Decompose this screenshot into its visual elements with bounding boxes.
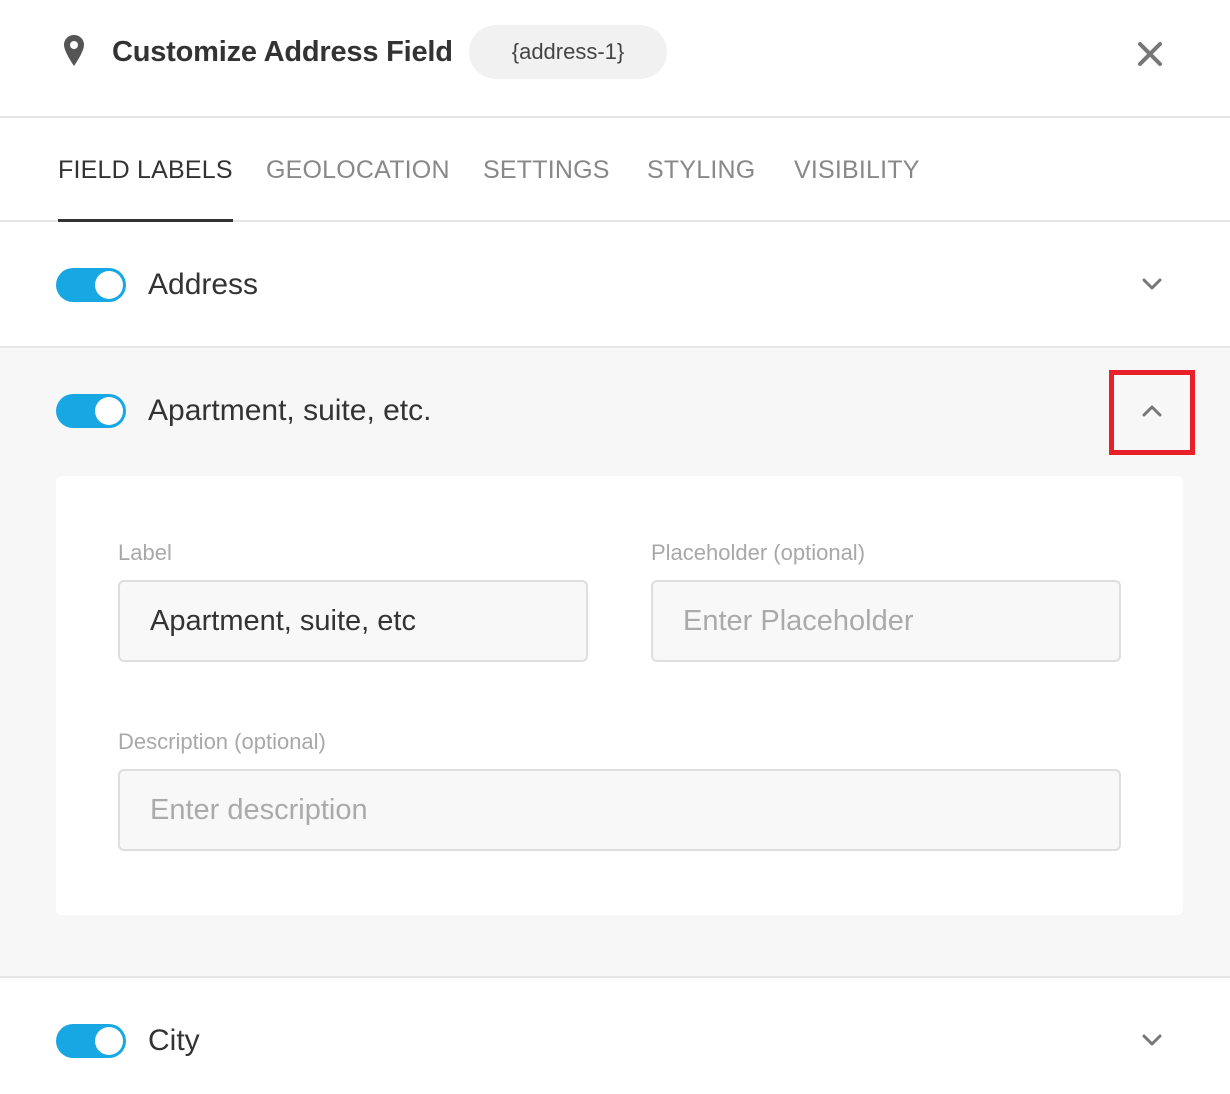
- tab-settings[interactable]: SETTINGS: [483, 118, 610, 222]
- label-input[interactable]: [118, 580, 588, 662]
- placeholder-field-title: Placeholder (optional): [651, 540, 866, 565]
- tab-field-labels[interactable]: FIELD LABELS: [58, 118, 233, 223]
- placeholder-input[interactable]: [651, 580, 1121, 662]
- toggle-knob: [95, 271, 123, 299]
- city-toggle[interactable]: [56, 1024, 126, 1058]
- tab-bar: FIELD LABELS GEOLOCATION SETTINGS STYLIN…: [0, 118, 1230, 223]
- close-icon[interactable]: [1130, 34, 1170, 74]
- highlight-box: [1109, 370, 1195, 455]
- modal-title: Customize Address Field: [112, 36, 453, 68]
- chevron-down-icon[interactable]: [1137, 269, 1167, 299]
- address-row-label: Address: [148, 268, 259, 301]
- city-row-label: City: [148, 1024, 200, 1057]
- address-row[interactable]: Address: [0, 222, 1230, 348]
- tab-visibility[interactable]: VISIBILITY: [794, 118, 920, 222]
- modal-header: Customize Address Field {address-1}: [0, 0, 1230, 118]
- description-field-title: Description (optional): [118, 729, 326, 754]
- field-tag-badge: {address-1}: [469, 25, 667, 79]
- description-input[interactable]: [118, 769, 1121, 851]
- apartment-toggle[interactable]: [56, 394, 126, 428]
- label-field-title: Label: [118, 540, 172, 565]
- address-toggle[interactable]: [56, 268, 126, 302]
- tab-geolocation[interactable]: GEOLOCATION: [266, 118, 450, 222]
- apartment-settings-panel: Label Placeholder (optional) Description…: [56, 476, 1183, 915]
- apartment-row-label: Apartment, suite, etc.: [148, 394, 432, 427]
- toggle-knob: [95, 397, 123, 425]
- map-pin-icon: [64, 35, 84, 66]
- tab-styling[interactable]: STYLING: [647, 118, 755, 222]
- city-row[interactable]: City: [0, 976, 1230, 1094]
- chevron-down-icon[interactable]: [1137, 1025, 1167, 1055]
- toggle-knob: [95, 1027, 123, 1055]
